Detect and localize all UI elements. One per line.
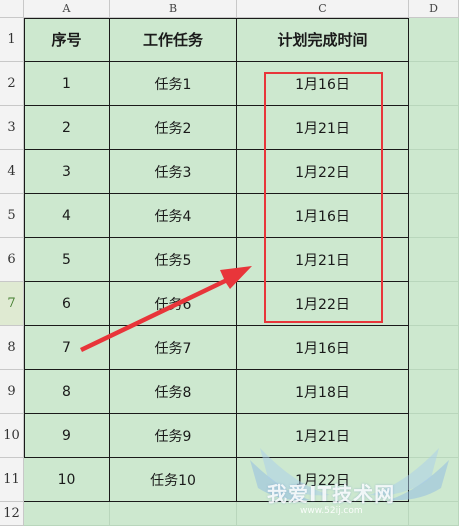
watermark-text: 我爱IT技术网 bbox=[267, 482, 396, 506]
arrow-shape bbox=[80, 266, 252, 352]
spreadsheet: A B C D 1 2 3 4 5 6 7 8 9 10 11 12 序号 工作任务 计划完成时间 1 任务1… bbox=[0, 0, 459, 526]
watermark-url: www.52ij.com bbox=[300, 506, 363, 516]
annotation-arrow bbox=[80, 266, 252, 352]
